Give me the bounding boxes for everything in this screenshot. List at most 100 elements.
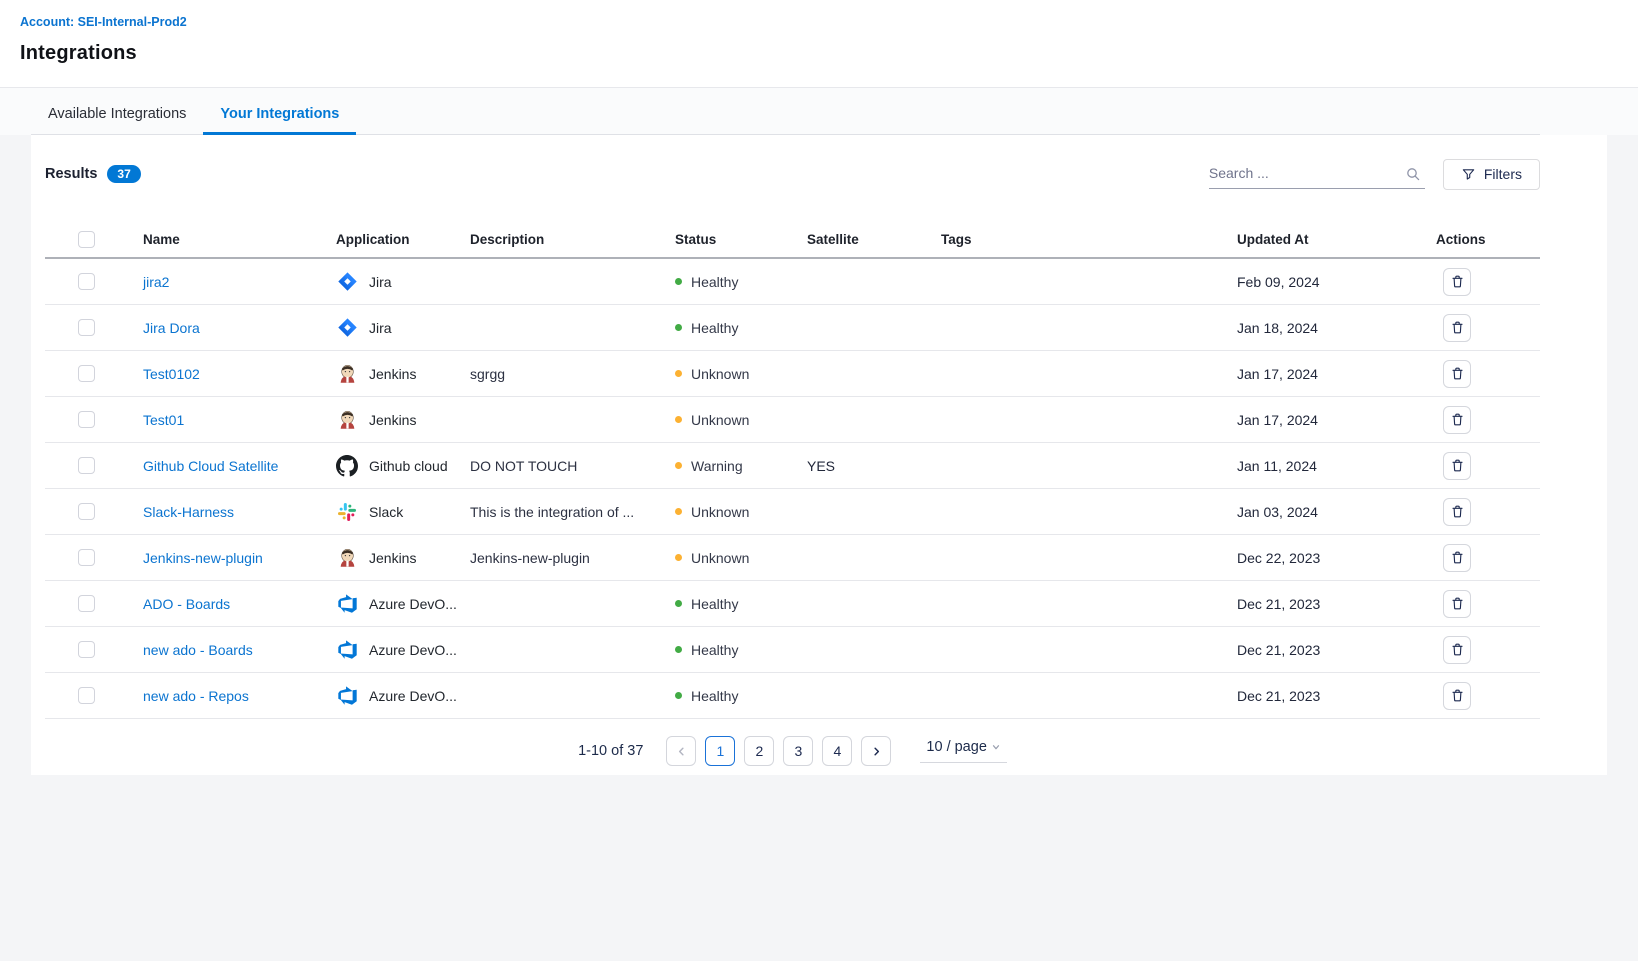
status-label: Warning: [691, 458, 743, 474]
pagination-page-button-1[interactable]: 1: [705, 736, 735, 766]
search-input[interactable]: [1209, 159, 1394, 187]
row-checkbox[interactable]: [78, 549, 95, 566]
status-label: Healthy: [691, 320, 738, 336]
integration-name-link[interactable]: Test01: [143, 412, 184, 428]
integration-name-link[interactable]: new ado - Repos: [143, 688, 249, 704]
delete-button[interactable]: [1443, 590, 1471, 618]
delete-button[interactable]: [1443, 544, 1471, 572]
trash-icon: [1450, 274, 1465, 289]
trash-icon: [1450, 458, 1465, 473]
status-dot-icon: [675, 278, 682, 285]
column-header-status: Status: [662, 232, 797, 247]
status-dot-icon: [675, 370, 682, 377]
integration-name-link[interactable]: new ado - Boards: [143, 642, 253, 658]
app-label: Github cloud: [369, 458, 448, 474]
jira-icon: [336, 317, 358, 339]
column-header-actions: Actions: [1420, 232, 1540, 247]
app-label: Jenkins: [369, 412, 416, 428]
table-row: ADO - Boards Azure DevO... Healthy Dec 2…: [45, 581, 1540, 627]
status-cell: Healthy: [662, 274, 797, 290]
updated-at-cell: Jan 18, 2024: [1227, 320, 1420, 336]
app-label: Jenkins: [369, 366, 416, 382]
delete-button[interactable]: [1443, 452, 1471, 480]
table-row: Test01 Jenkins Unknown Jan 17, 2024: [45, 397, 1540, 443]
pagination-range-text: 1-10 of 37: [578, 743, 643, 759]
description-cell: sgrgg: [460, 366, 662, 382]
delete-button[interactable]: [1443, 406, 1471, 434]
pagination-prev-button[interactable]: [666, 736, 696, 766]
row-checkbox[interactable]: [78, 273, 95, 290]
pagination-page-button-3[interactable]: 3: [783, 736, 813, 766]
delete-button[interactable]: [1443, 636, 1471, 664]
select-all-checkbox[interactable]: [78, 231, 95, 248]
table-row: Test0102 Jenkins sgrgg Unknown Jan 17, 2…: [45, 351, 1540, 397]
updated-at-cell: Jan 11, 2024: [1227, 458, 1420, 474]
integration-name-link[interactable]: ADO - Boards: [143, 596, 230, 612]
row-checkbox[interactable]: [78, 365, 95, 382]
filters-button[interactable]: Filters: [1443, 159, 1540, 190]
search-box: [1209, 159, 1425, 189]
pagination-page-button-2[interactable]: 2: [744, 736, 774, 766]
integration-name-link[interactable]: jira2: [143, 274, 169, 290]
status-label: Unknown: [691, 412, 749, 428]
status-dot-icon: [675, 646, 682, 653]
integration-name-link[interactable]: Jira Dora: [143, 320, 200, 336]
jenkins-icon: [336, 363, 358, 385]
tab-available-integrations[interactable]: Available Integrations: [31, 94, 203, 135]
delete-button[interactable]: [1443, 498, 1471, 526]
status-label: Unknown: [691, 550, 749, 566]
status-cell: Healthy: [662, 320, 797, 336]
delete-button[interactable]: [1443, 360, 1471, 388]
search-icon: [1405, 166, 1421, 187]
app-label: Slack: [369, 504, 403, 520]
updated-at-cell: Jan 17, 2024: [1227, 412, 1420, 428]
page-size-select[interactable]: 10 / page: [920, 739, 1006, 763]
status-dot-icon: [675, 554, 682, 561]
trash-icon: [1450, 320, 1465, 335]
pagination: 1-10 of 37 1234 10 / page: [45, 736, 1540, 766]
column-header-updated-at: Updated At: [1227, 232, 1420, 247]
status-dot-icon: [675, 324, 682, 331]
status-dot-icon: [675, 692, 682, 699]
row-checkbox[interactable]: [78, 503, 95, 520]
page-title: Integrations: [20, 42, 1618, 65]
description-cell: Jenkins-new-plugin: [460, 550, 662, 566]
account-link[interactable]: Account: SEI-Internal-Prod2: [20, 15, 187, 29]
status-dot-icon: [675, 462, 682, 469]
integration-name-link[interactable]: Test0102: [143, 366, 200, 382]
row-checkbox[interactable]: [78, 687, 95, 704]
status-cell: Healthy: [662, 596, 797, 612]
row-checkbox[interactable]: [78, 595, 95, 612]
jira-icon: [336, 271, 358, 293]
delete-button[interactable]: [1443, 682, 1471, 710]
table-body: jira2 Jira Healthy Feb 09, 2024 Jira Dor…: [45, 259, 1540, 719]
row-checkbox[interactable]: [78, 319, 95, 336]
delete-button[interactable]: [1443, 268, 1471, 296]
description-cell: This is the integration of ...: [460, 504, 662, 520]
status-cell: Unknown: [662, 412, 797, 428]
status-dot-icon: [675, 600, 682, 607]
integration-name-link[interactable]: Slack-Harness: [143, 504, 234, 520]
azure-devops-icon: [336, 593, 358, 615]
azure-devops-icon: [336, 639, 358, 661]
trash-icon: [1450, 504, 1465, 519]
trash-icon: [1450, 688, 1465, 703]
delete-button[interactable]: [1443, 314, 1471, 342]
azure-devops-icon: [336, 685, 358, 707]
page-size-label: 10 / page: [926, 739, 986, 755]
pagination-page-button-4[interactable]: 4: [822, 736, 852, 766]
app-label: Azure DevO...: [369, 596, 457, 612]
column-header-name: Name: [130, 232, 326, 247]
table-row: new ado - Boards Azure DevO... Healthy D…: [45, 627, 1540, 673]
integration-name-link[interactable]: Github Cloud Satellite: [143, 458, 278, 474]
pagination-next-button[interactable]: [861, 736, 891, 766]
integration-name-link[interactable]: Jenkins-new-plugin: [143, 550, 263, 566]
row-checkbox[interactable]: [78, 641, 95, 658]
tab-your-integrations[interactable]: Your Integrations: [203, 94, 356, 135]
updated-at-cell: Dec 22, 2023: [1227, 550, 1420, 566]
column-header-satellite: Satellite: [797, 232, 931, 247]
description-cell: DO NOT TOUCH: [460, 458, 662, 474]
content-card: Results 37 Filters: [31, 135, 1607, 775]
row-checkbox[interactable]: [78, 457, 95, 474]
row-checkbox[interactable]: [78, 411, 95, 428]
